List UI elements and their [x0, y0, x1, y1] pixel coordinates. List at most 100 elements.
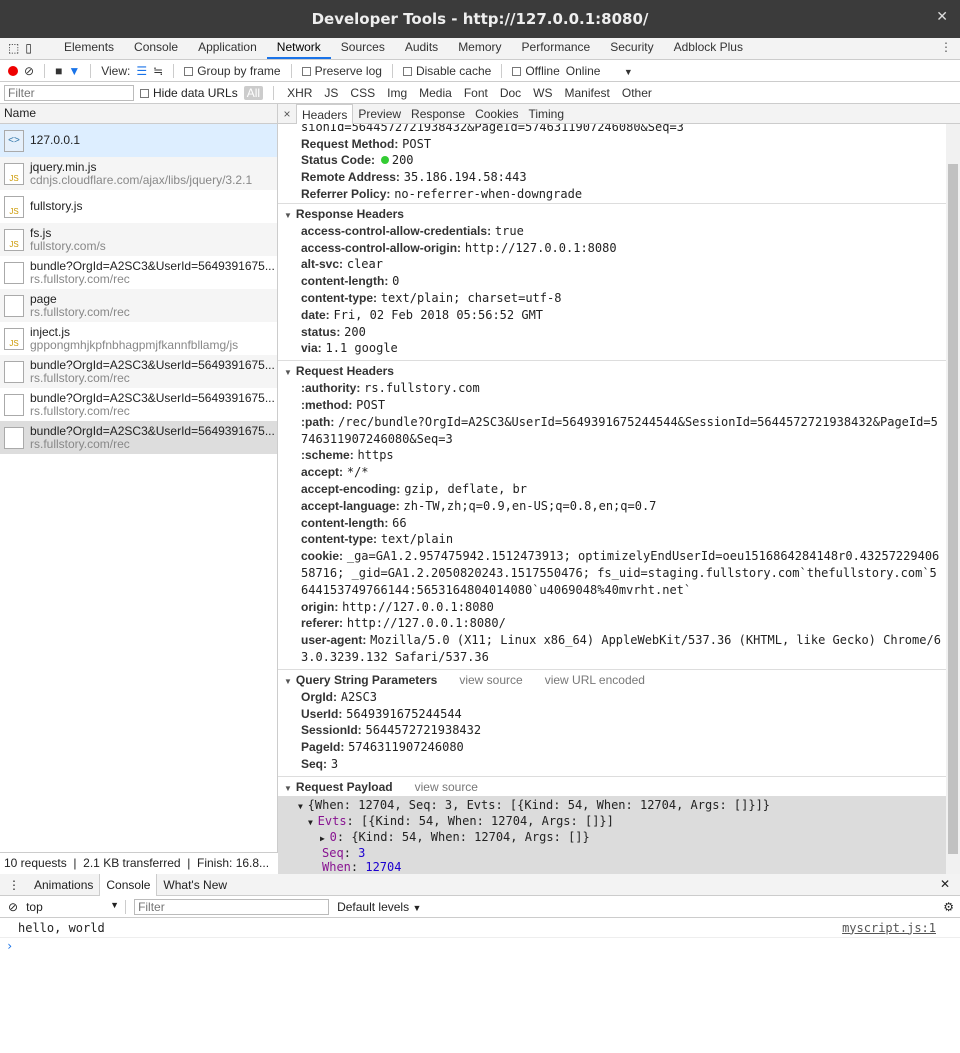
header-key: Status Code:	[301, 153, 376, 168]
record-icon[interactable]	[8, 65, 18, 76]
console-message: hello, world myscript.js:1	[0, 918, 960, 938]
inspect-icon[interactable]: ⬚	[8, 41, 19, 55]
header-key: accept-language:	[301, 498, 400, 513]
request-row[interactable]: bundle?OrgId=A2SC3&UserId=5649391675... r…	[0, 388, 277, 421]
clear-icon[interactable]: ⊘	[24, 64, 34, 78]
filter-type-media[interactable]: Media	[416, 86, 455, 100]
hide-data-urls-checkbox[interactable]: Hide data URLs	[140, 86, 238, 100]
preserve-log-checkbox[interactable]: Preserve log	[301, 64, 382, 78]
tab-headers[interactable]: Headers	[296, 104, 354, 124]
filter-icon[interactable]: ▼	[68, 64, 80, 78]
window-titlebar: Developer Tools - http://127.0.0.1:8080/…	[0, 0, 960, 38]
filter-type-img[interactable]: Img	[384, 86, 410, 100]
tab-adblock-plus[interactable]: Adblock Plus	[664, 37, 753, 59]
console-prompt[interactable]: ›	[0, 938, 960, 954]
filter-type-css[interactable]: CSS	[347, 86, 378, 100]
tab-elements[interactable]: Elements	[54, 37, 124, 59]
tab-audits[interactable]: Audits	[395, 37, 448, 59]
header-key: user-agent:	[301, 633, 367, 648]
tab-memory[interactable]: Memory	[448, 37, 511, 59]
request-row[interactable]: bundle?OrgId=A2SC3&UserId=5649391675... r…	[0, 421, 277, 454]
tab-whats-new[interactable]: What's New	[157, 874, 233, 896]
context-select[interactable]: top ▼	[26, 899, 127, 914]
close-icon[interactable]: ✕	[936, 9, 948, 25]
throttle-select[interactable]: Online ▼	[566, 64, 636, 78]
tab-animations[interactable]: Animations	[28, 874, 99, 896]
request-headers-toggle[interactable]: ▼ Request Headers	[278, 363, 946, 380]
view-source-link[interactable]: view source	[459, 673, 522, 687]
filter-type-manifest[interactable]: Manifest	[562, 86, 613, 100]
name-column-header[interactable]: Name	[0, 104, 277, 124]
tab-response[interactable]: Response	[406, 104, 470, 124]
filter-type-all[interactable]: All	[243, 85, 264, 100]
filter-type-doc[interactable]: Doc	[497, 86, 524, 100]
large-rows-icon[interactable]: ☰	[136, 64, 147, 78]
header-key: Seq:	[301, 756, 328, 771]
log-levels-select[interactable]: Default levels ▼	[337, 900, 421, 914]
request-row[interactable]: JS fullstory.js	[0, 190, 277, 223]
query-params-toggle[interactable]: ▼ Query String Parameters view source view …	[278, 672, 946, 689]
tab-performance[interactable]: Performance	[512, 37, 601, 59]
disable-cache-checkbox[interactable]: Disable cache	[402, 64, 491, 78]
filter-type-js[interactable]: JS	[321, 86, 341, 100]
js-file-icon: JS	[4, 195, 24, 218]
tab-preview[interactable]: Preview	[353, 104, 406, 124]
filter-type-font[interactable]: Font	[461, 86, 491, 100]
clear-console-icon[interactable]: ⊘	[8, 900, 18, 914]
more-options-icon[interactable]: ⋮	[940, 40, 952, 54]
request-row[interactable]: <> 127.0.0.1	[0, 124, 277, 157]
console-toolbar: ⊘ top▼ Default levels ▼ ⚙	[0, 896, 960, 918]
header-value: true	[494, 223, 524, 238]
close-detail-icon[interactable]: ×	[278, 107, 296, 121]
tab-cookies[interactable]: Cookies	[470, 104, 523, 124]
request-domain: rs.fullstory.com/rec	[30, 403, 130, 418]
tab-console[interactable]: Console	[124, 37, 188, 59]
payload-root[interactable]: ▼ {When: 12704, Seq: 3, Evts: [{Kind: 54…	[298, 798, 946, 814]
filter-type-xhr[interactable]: XHR	[284, 86, 315, 100]
payload-evts[interactable]: ▼ Evts: [{Kind: 54, When: 12704, Args: […	[298, 814, 946, 830]
header-key: date:	[301, 307, 330, 322]
request-row[interactable]: JS inject.js gppongmhjkpfnbhagpmjfkannfbll…	[0, 322, 277, 355]
offline-checkbox[interactable]: Offline	[512, 64, 560, 78]
request-domain: gppongmhjkpfnbhagpmjfkannfbllamg/js	[30, 337, 239, 352]
network-summary: 10 requests | 2.1 KB transferred | Finis…	[0, 852, 278, 874]
tab-security[interactable]: Security	[600, 37, 663, 59]
filter-type-other[interactable]: Other	[619, 86, 655, 100]
device-toolbar-icon[interactable]: ▯	[25, 41, 32, 55]
console-filter-input[interactable]	[134, 898, 330, 915]
screenshot-icon[interactable]: ■	[55, 64, 62, 78]
tab-timing[interactable]: Timing	[523, 104, 569, 124]
console-drawer: ⋮ Animations Console What's New ✕ ⊘ top ▼…	[0, 873, 960, 1053]
console-settings-gear-icon[interactable]: ⚙	[943, 900, 954, 914]
header-row: accept-language: zh-TW,zh;q=0.9,en-US;q=…	[278, 498, 946, 515]
request-payload-toggle[interactable]: ▼ Request Payload view source	[278, 779, 946, 796]
drawer-menu-icon[interactable]: ⋮	[0, 878, 28, 892]
tab-network[interactable]: Network	[266, 37, 331, 59]
detail-scrollbar[interactable]	[946, 124, 960, 874]
request-row[interactable]: page rs.fullstory.com/rec	[0, 289, 277, 322]
console-source-link[interactable]: myscript.js:1	[842, 921, 936, 935]
header-row: :scheme: https	[278, 447, 946, 464]
request-row[interactable]: JS jquery.min.js cdnjs.cloudflare.com/ajax…	[0, 157, 277, 190]
payload-seq: Seq: 3	[322, 845, 366, 860]
request-row[interactable]: bundle?OrgId=A2SC3&UserId=5649391675... r…	[0, 355, 277, 388]
payload-view-source-link[interactable]: view source	[415, 780, 478, 794]
payload-evts-item[interactable]: ▶ 0: {Kind: 54, When: 12704, Args: []}	[298, 830, 946, 846]
view-url-encoded-link[interactable]: view URL encoded	[545, 673, 645, 687]
header-row: SessionId: 5644572721938432	[278, 722, 946, 739]
overview-icon[interactable]: ≒	[153, 64, 163, 78]
header-value: POST	[402, 136, 432, 151]
close-drawer-icon[interactable]: ✕	[940, 877, 950, 891]
request-row[interactable]: bundle?OrgId=A2SC3&UserId=5649391675... r…	[0, 256, 277, 289]
tab-console-drawer[interactable]: Console	[99, 873, 158, 896]
tab-application[interactable]: Application	[188, 37, 267, 59]
filter-input[interactable]	[4, 84, 134, 101]
filter-type-ws[interactable]: WS	[530, 86, 555, 100]
request-row[interactable]: JS fs.js fullstory.com/s	[0, 223, 277, 256]
group-by-frame-checkbox[interactable]: Group by frame	[184, 64, 281, 78]
tab-sources[interactable]: Sources	[331, 37, 395, 59]
response-headers-toggle[interactable]: ▼ Response Headers	[278, 206, 946, 223]
header-key: SessionId:	[301, 723, 362, 738]
header-row: access-control-allow-credentials: true	[278, 223, 946, 240]
header-row: accept-encoding: gzip, deflate, br	[278, 481, 946, 498]
